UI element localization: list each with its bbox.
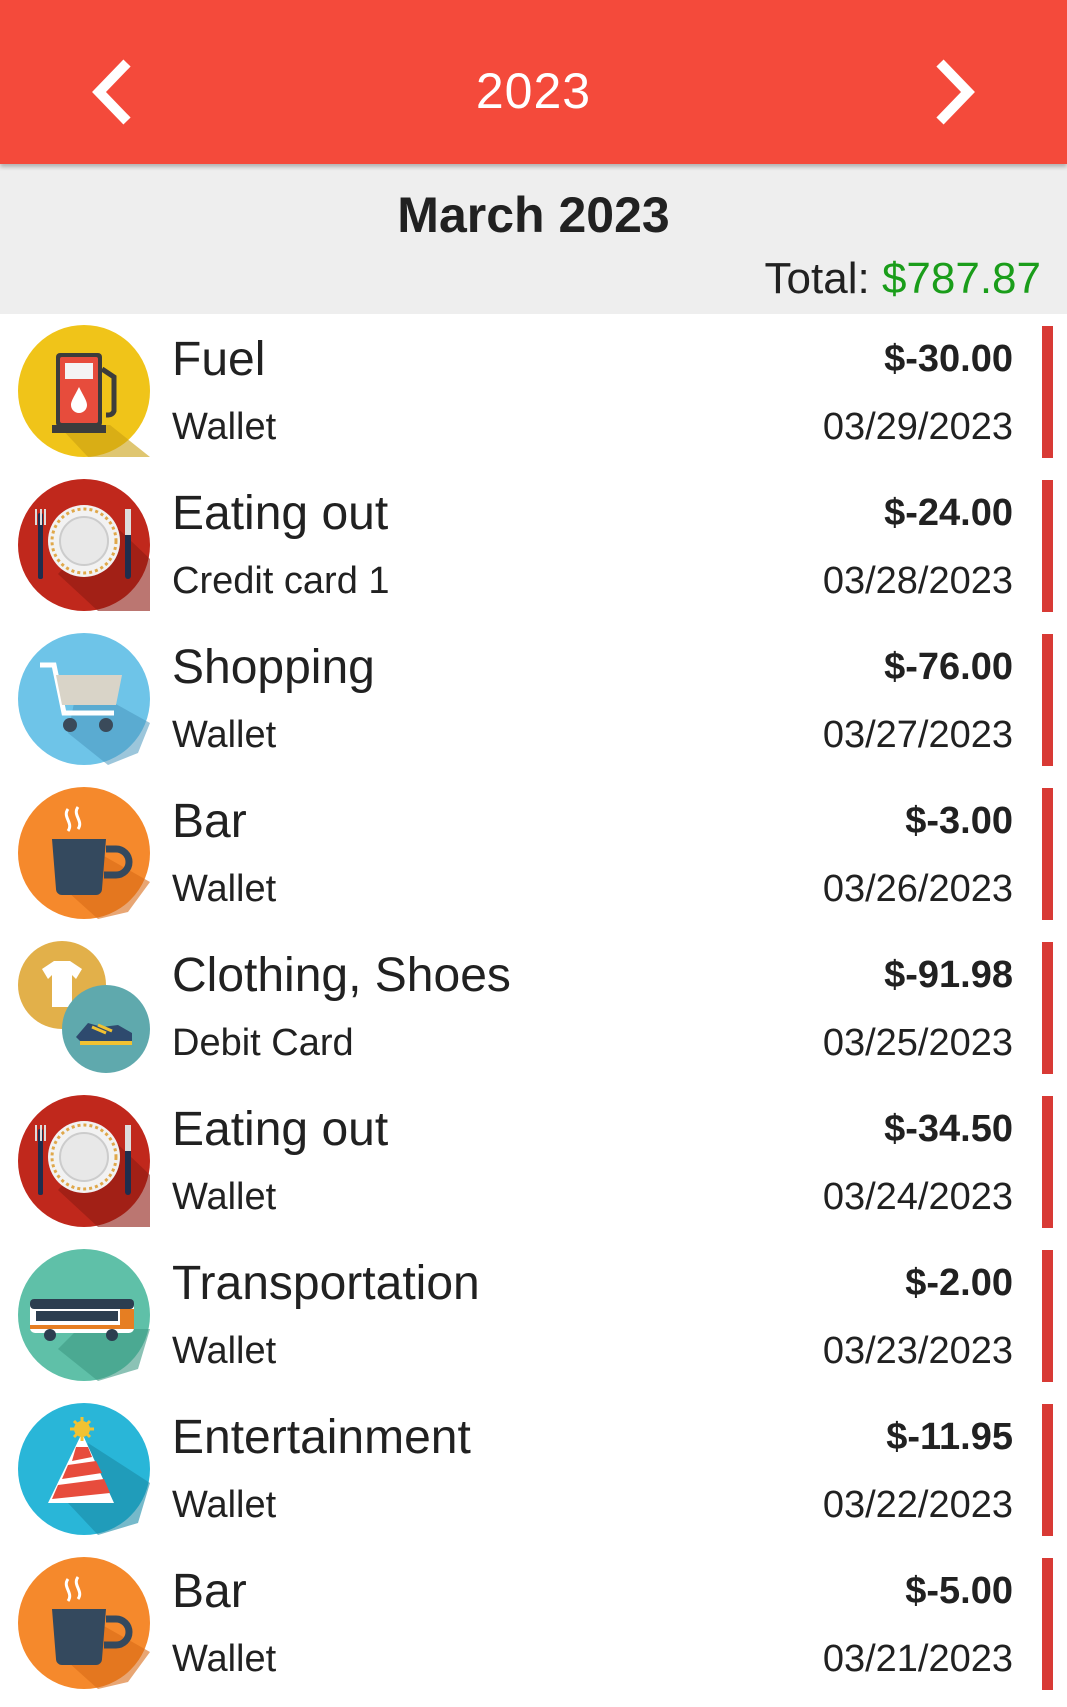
year-title: 2023 [475,63,592,119]
transaction-row[interactable]: Fuel Wallet $-30.00 03/29/2023 [0,314,1067,468]
transaction-date: 03/25/2023 [822,1022,1013,1064]
expense-marker [1042,326,1053,458]
category-name: Fuel [172,333,266,386]
category-name: Eating out [172,1103,389,1156]
total-label: Total: [764,254,870,303]
transaction-amount: $-11.95 [886,1416,1013,1458]
expense-marker [1042,480,1053,612]
transaction-amount: $-76.00 [884,646,1013,688]
category-name: Bar [172,795,247,848]
coffee-cup-icon [18,787,150,919]
transaction-row[interactable]: Bar Wallet $-3.00 03/26/2023 [0,776,1067,930]
fuel-pump-icon [18,325,150,457]
transaction-date: 03/27/2023 [822,714,1013,756]
transaction-list: Fuel Wallet $-30.00 03/29/2023 Eating ou… [0,314,1067,1700]
account-name: Credit card 1 [172,560,390,602]
month-summary: March 2023 Total: $787.87 [0,164,1067,314]
account-name: Wallet [172,1638,277,1680]
transaction-row[interactable]: Eating out Wallet $-34.50 03/24/2023 [0,1084,1067,1238]
expense-marker [1042,1250,1053,1382]
next-year-button[interactable] [915,52,991,132]
account-name: Wallet [172,1330,277,1372]
transaction-amount: $-2.00 [905,1262,1013,1304]
transaction-row[interactable]: Eating out Credit card 1 $-24.00 03/28/2… [0,468,1067,622]
category-name: Eating out [172,487,389,540]
expense-marker [1042,634,1053,766]
transaction-row[interactable]: Clothing, Shoes Debit Card $-91.98 03/25… [0,930,1067,1084]
expense-marker [1042,1558,1053,1690]
plate-cutlery-icon [18,479,150,611]
expense-marker [1042,1404,1053,1536]
tshirt-shoe-icon [18,941,150,1073]
account-name: Wallet [172,406,277,448]
coffee-cup-icon [18,1557,150,1689]
expense-marker [1042,942,1053,1074]
account-name: Wallet [172,868,277,910]
expense-marker [1042,1096,1053,1228]
plate-cutlery-icon [18,1095,150,1227]
total-amount: $787.87 [881,254,1041,303]
transaction-amount: $-34.50 [884,1108,1013,1150]
shopping-cart-icon [18,633,150,765]
transaction-row[interactable]: Bar Wallet $-5.00 03/21/2023 [0,1546,1067,1700]
transaction-date: 03/22/2023 [822,1484,1013,1526]
month-total: Total: $787.87 [765,254,1041,304]
transaction-date: 03/29/2023 [822,406,1013,448]
transaction-amount: $-5.00 [905,1570,1013,1612]
transaction-row[interactable]: Transportation Wallet $-2.00 03/23/2023 [0,1238,1067,1392]
category-name: Bar [172,1565,247,1618]
expense-marker [1042,788,1053,920]
transaction-date: 03/24/2023 [822,1176,1013,1218]
month-title: March 2023 [397,187,670,243]
transaction-amount: $-24.00 [884,492,1013,534]
account-name: Wallet [172,714,277,756]
chevron-right-icon [936,59,975,125]
bus-icon [18,1249,150,1381]
transaction-amount: $-91.98 [884,954,1013,996]
transaction-date: 03/26/2023 [822,868,1013,910]
top-app-bar: 2023 [0,0,1067,164]
category-name: Clothing, Shoes [172,949,511,1002]
transaction-row[interactable]: Shopping Wallet $-76.00 03/27/2023 [0,622,1067,776]
transaction-row[interactable]: Entertainment Wallet $-11.95 03/22/2023 [0,1392,1067,1546]
account-name: Wallet [172,1484,277,1526]
account-name: Wallet [172,1176,277,1218]
transaction-amount: $-3.00 [905,800,1013,842]
category-name: Entertainment [172,1411,471,1464]
category-name: Transportation [172,1257,480,1310]
transaction-date: 03/23/2023 [822,1330,1013,1372]
transaction-date: 03/28/2023 [822,560,1013,602]
account-name: Debit Card [172,1022,354,1064]
transaction-date: 03/21/2023 [822,1638,1013,1680]
category-name: Shopping [172,641,375,694]
transaction-amount: $-30.00 [884,338,1013,380]
party-hat-icon [18,1403,150,1535]
